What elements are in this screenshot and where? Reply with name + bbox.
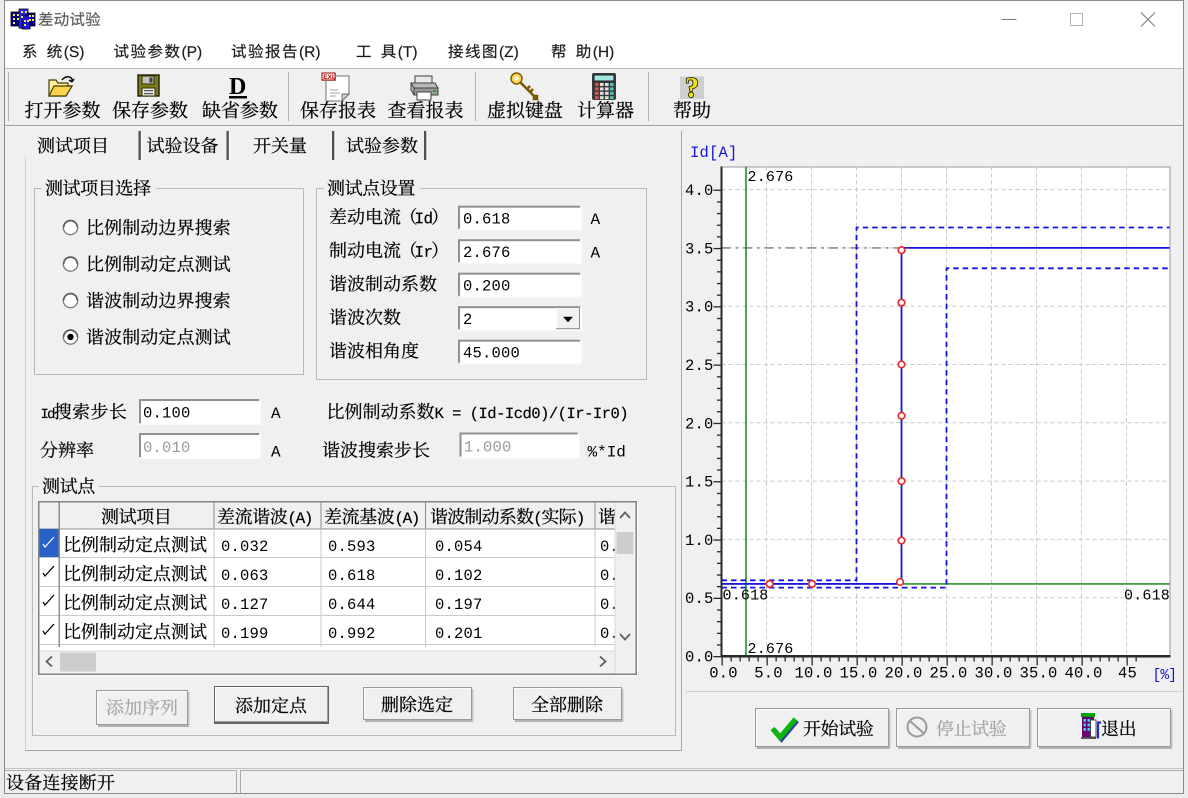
svg-text:2.5: 2.5 [685,357,714,375]
svg-text:3.5: 3.5 [685,240,714,258]
svg-text:0.992: 0.992 [328,625,376,643]
svg-text:5.0: 5.0 [754,665,783,683]
svg-text:?: ? [685,73,699,104]
svg-text:10.0: 10.0 [794,665,832,683]
svg-text:2.676: 2.676 [463,244,511,262]
svg-text:0.199: 0.199 [221,625,269,643]
svg-text:30.0: 30.0 [974,665,1012,683]
svg-text:0.054: 0.054 [435,538,483,556]
svg-text:0.618: 0.618 [463,211,511,229]
svg-text:0.102: 0.102 [435,567,483,585]
svg-text:20.0: 20.0 [884,665,922,683]
svg-text:0.5: 0.5 [685,590,714,608]
svg-text:1.0: 1.0 [685,532,714,550]
svg-text:35.0: 35.0 [1019,665,1057,683]
svg-text:Id[A]: Id[A] [690,144,738,162]
svg-text:2.0: 2.0 [685,415,714,433]
svg-text:1.000: 1.000 [464,439,512,457]
svg-text:2: 2 [463,311,473,329]
svg-text:0.644: 0.644 [328,596,376,614]
svg-text:A: A [271,405,281,423]
svg-text:0.063: 0.063 [221,567,269,585]
svg-text:2.676: 2.676 [748,169,794,186]
svg-text:EXL: EXL [323,74,336,81]
svg-text:0.618: 0.618 [723,588,769,605]
svg-text:0.200: 0.200 [463,278,511,296]
svg-text:%*Id: %*Id [588,444,626,462]
svg-text:3.0: 3.0 [685,299,714,317]
svg-text:0.618: 0.618 [328,567,376,585]
svg-text:0.032: 0.032 [221,538,269,556]
svg-text:0.010: 0.010 [143,439,191,457]
svg-text:0.0: 0.0 [709,665,738,683]
svg-text:A: A [591,211,601,229]
svg-text:40.0: 40.0 [1064,665,1102,683]
svg-text:25.0: 25.0 [929,665,967,683]
svg-text:2.676: 2.676 [748,641,794,658]
svg-text:0.593: 0.593 [328,538,376,556]
svg-text:A: A [271,444,281,462]
svg-text:0.100: 0.100 [143,405,191,423]
svg-text:A: A [591,245,601,263]
svg-text:4.0: 4.0 [685,182,714,200]
svg-text:0.127: 0.127 [221,596,269,614]
svg-text:45: 45 [1118,665,1137,683]
svg-text:0.201: 0.201 [435,625,483,643]
svg-text:0.197: 0.197 [435,596,483,614]
svg-text:45.000: 45.000 [463,345,520,363]
svg-text:1.5: 1.5 [685,474,714,492]
svg-text:0.618: 0.618 [1124,588,1170,605]
svg-text:[%]: [%] [1153,668,1177,684]
svg-text:15.0: 15.0 [839,665,877,683]
